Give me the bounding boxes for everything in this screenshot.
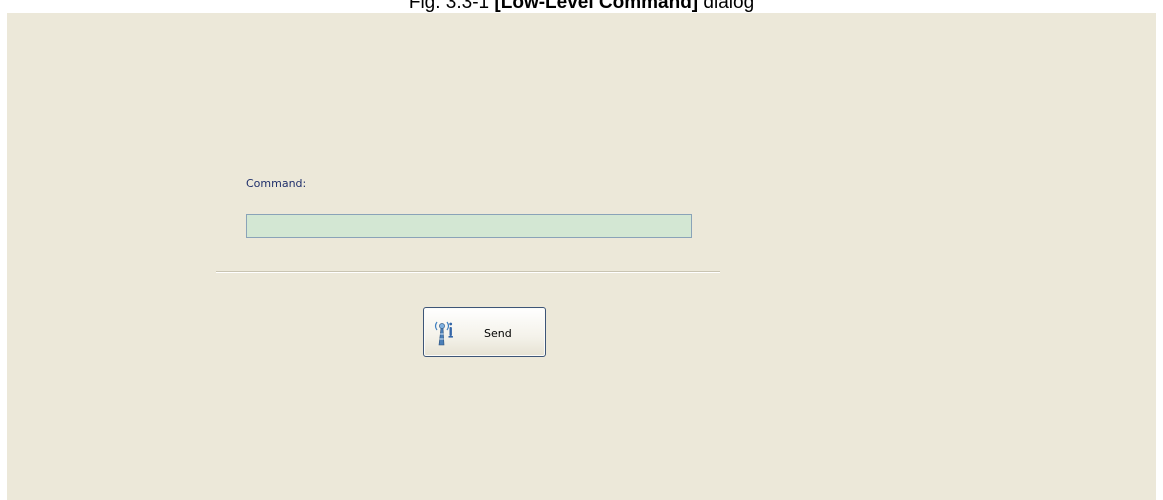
figure-caption: Fig. 3.3-1 [Low-Level Command] dialog (0, 0, 1163, 13)
antenna-signal-icon (433, 319, 455, 347)
caption-suffix: dialog (698, 0, 755, 13)
command-label: Command: (246, 177, 307, 190)
send-button[interactable]: Send (423, 307, 546, 357)
separator (216, 271, 720, 273)
low-level-command-dialog: Command: Send (7, 13, 1156, 500)
caption-bold: [Low-Level Command] (494, 0, 699, 13)
command-input[interactable] (246, 214, 692, 238)
caption-prefix: Fig. 3.3-1 (408, 0, 495, 13)
send-label: Send (484, 327, 512, 340)
